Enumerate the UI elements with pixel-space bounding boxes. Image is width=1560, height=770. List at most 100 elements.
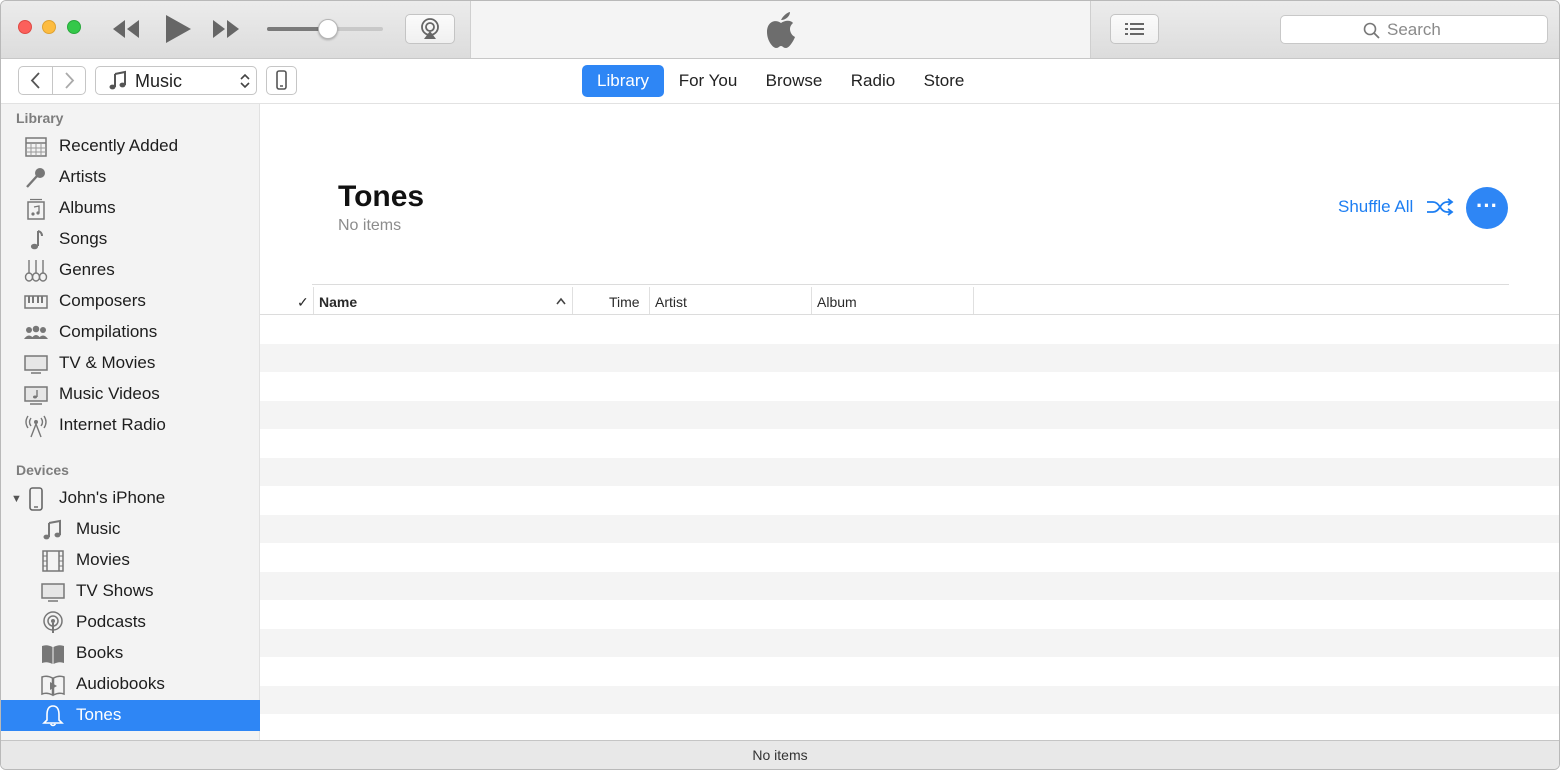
sidebar-item-compilations[interactable]: Compilations: [1, 317, 260, 348]
airplay-icon: [421, 18, 439, 39]
column-separator: [811, 287, 812, 315]
item-count: No items: [338, 217, 402, 234]
back-button[interactable]: [19, 67, 52, 94]
sidebar-item-label: Music: [76, 519, 121, 538]
sidebar-item-label: TV Shows: [76, 581, 154, 600]
status-text: No items: [752, 747, 808, 763]
title-bar: Search: [1, 1, 1559, 59]
search-placeholder: Search: [1387, 20, 1441, 39]
sidebar-item-label: Books: [76, 643, 124, 662]
sidebar-item-device-books[interactable]: Books: [1, 638, 260, 669]
column-separator: [973, 287, 974, 315]
main-content: Tones No items Shuffle All ··· ✓ Name Ti…: [260, 104, 1559, 740]
sidebar-item-recently-added[interactable]: Recently Added: [1, 131, 260, 162]
sidebar-item-label: Movies: [76, 550, 130, 569]
sidebar-item-device-tv-shows[interactable]: TV Shows: [1, 576, 260, 607]
column-name[interactable]: Name: [319, 292, 357, 313]
sidebar-item-device-movies[interactable]: Movies: [1, 545, 260, 576]
sidebar-item-label: Genres: [59, 260, 115, 279]
column-separator: [572, 287, 573, 315]
shuffle-icon[interactable]: [1426, 196, 1454, 218]
tab-store[interactable]: Store: [915, 65, 973, 97]
more-options-button[interactable]: ···: [1466, 187, 1508, 229]
piano-icon: [24, 295, 48, 309]
header-divider: [312, 284, 1509, 285]
tv-icon: [41, 583, 65, 602]
shuffle-all-button[interactable]: Shuffle All: [1338, 197, 1413, 217]
sidebar-item-label: Albums: [59, 198, 116, 217]
library-heading: Library: [16, 110, 64, 126]
sidebar-item-label: Music Videos: [59, 384, 160, 403]
sidebar-item-songs[interactable]: Songs: [1, 224, 260, 255]
sidebar-item-music-videos[interactable]: Music Videos: [1, 379, 260, 410]
sidebar-item-device-music[interactable]: Music: [1, 514, 260, 545]
chevron-right-icon: [65, 72, 75, 89]
minimize-window-button[interactable]: [42, 20, 56, 34]
rewind-icon[interactable]: [111, 18, 141, 40]
column-check[interactable]: ✓: [297, 292, 309, 313]
airplay-button[interactable]: [405, 14, 455, 44]
sidebar-item-label: Recently Added: [59, 136, 179, 155]
volume-slider[interactable]: [267, 19, 383, 39]
column-separator: [649, 287, 650, 315]
devices-heading: Devices: [16, 462, 69, 478]
forward-button[interactable]: [53, 67, 86, 94]
guitar-icon: [24, 260, 48, 282]
sort-ascending-icon[interactable]: [555, 296, 567, 306]
music-video-icon: [24, 386, 48, 405]
tab-for-you[interactable]: For You: [670, 65, 746, 97]
apple-logo-icon: [767, 12, 795, 48]
people-icon: [24, 325, 48, 339]
column-header-bottom: [260, 314, 1559, 315]
sidebar-item-albums[interactable]: Albums: [1, 193, 260, 224]
up-next-button[interactable]: [1110, 14, 1159, 44]
close-window-button[interactable]: [18, 20, 32, 34]
table-row-stripe: [260, 344, 1559, 372]
audiobook-icon: [41, 675, 65, 697]
sidebar-item-composers[interactable]: Composers: [1, 286, 260, 317]
sidebar-item-internet-radio[interactable]: Internet Radio: [1, 410, 260, 441]
sidebar-item-label: Internet Radio: [59, 415, 166, 434]
iphone-icon: [276, 70, 287, 90]
tab-browse[interactable]: Browse: [757, 65, 831, 97]
iphone-icon: [29, 487, 43, 511]
table-row-stripe: [260, 572, 1559, 600]
column-time[interactable]: Time: [609, 292, 640, 313]
volume-knob[interactable]: [318, 19, 339, 39]
sidebar-item-label: Songs: [59, 229, 108, 248]
radio-tower-icon: [25, 415, 47, 438]
sidebar-item-tv-movies[interactable]: TV & Movies: [1, 348, 260, 379]
sidebar-item-artists[interactable]: Artists: [1, 162, 260, 193]
sidebar-item-label: Tones: [76, 705, 122, 724]
disclosure-triangle-icon[interactable]: ▼: [11, 493, 22, 505]
film-icon: [42, 550, 64, 572]
sidebar-item-device[interactable]: ▼ John's iPhone: [1, 483, 260, 514]
table-row-stripe: [260, 515, 1559, 543]
tab-library[interactable]: Library: [582, 65, 664, 97]
sidebar-item-device-podcasts[interactable]: Podcasts: [1, 607, 260, 638]
column-artist[interactable]: Artist: [655, 292, 687, 313]
sidebar-item-label: Artists: [59, 167, 107, 186]
page-title: Tones: [338, 180, 425, 213]
sidebar-item-genres[interactable]: Genres: [1, 255, 260, 286]
fast-forward-icon[interactable]: [211, 18, 241, 40]
music-note-icon: [109, 70, 126, 90]
status-bar: No items: [1, 740, 1559, 769]
column-separator: [313, 287, 314, 315]
book-icon: [42, 645, 64, 664]
tab-radio[interactable]: Radio: [842, 65, 904, 97]
media-kind-select[interactable]: Music: [95, 66, 257, 95]
search-field[interactable]: Search: [1280, 15, 1548, 44]
play-icon[interactable]: [164, 14, 192, 44]
podcast-icon: [43, 611, 63, 633]
navigation-bar: Music Library For You Browse Radio Store: [1, 59, 1559, 104]
table-row-stripe: [260, 629, 1559, 657]
chevron-left-icon: [30, 72, 40, 89]
sidebar-item-device-audiobooks[interactable]: Audiobooks: [1, 669, 260, 700]
itunes-window: Search Music Library For You Browse Radi…: [0, 0, 1560, 770]
history-buttons: [18, 66, 86, 95]
column-album[interactable]: Album: [817, 292, 857, 313]
sidebar-item-device-tones[interactable]: Tones: [1, 700, 260, 731]
zoom-window-button[interactable]: [67, 20, 81, 34]
device-button[interactable]: [266, 66, 297, 95]
